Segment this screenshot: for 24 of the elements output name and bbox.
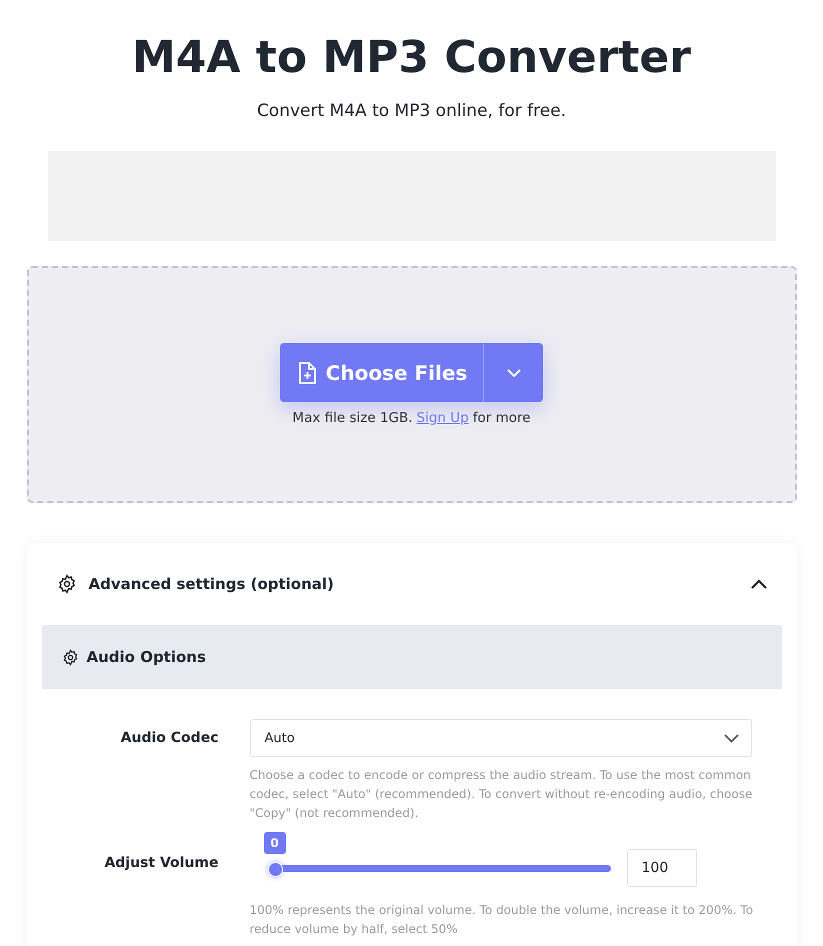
file-size-note: Max file size 1GB. <box>292 410 413 426</box>
page-title: M4A to MP3 Converter <box>132 32 691 83</box>
slider-value-badge: 0 <box>264 832 286 854</box>
help-text: 100% represents the original volume. To double the volume, increase it to 200%. To reduce volume by half, select 50% <box>250 902 754 938</box>
settings-icon <box>56 574 76 594</box>
file-size-note: for more <box>472 410 531 426</box>
file-plus-icon <box>298 362 316 384</box>
choose-files-button[interactable]: Choose Files <box>280 343 544 402</box>
advanced-settings-title: Advanced settings (optional) <box>88 575 335 593</box>
codec-select[interactable]: Auto <box>250 719 752 757</box>
settings-icon <box>62 648 78 666</box>
volume-slider-track[interactable] <box>282 864 610 872</box>
chevron-down-icon <box>506 368 521 376</box>
page-subtitle: Convert M4A to MP3 online, for free. <box>256 101 566 121</box>
drop-zone[interactable]: Choose Files Max file size 1GB. Sign Up for more <box>26 266 796 503</box>
volume-input[interactable]: 100 <box>626 849 696 887</box>
field-label: Adjust Volume <box>103 854 218 873</box>
slider-thumb[interactable] <box>268 862 282 876</box>
audio-options-title: Audio Options <box>86 648 206 666</box>
field-label: Audio Codec <box>120 729 218 748</box>
choose-files-label: Choose Files <box>326 360 468 384</box>
chevron-down-icon <box>724 734 738 742</box>
help-text: Choose a codec to encode or compress the audio stream. To use the most common codec, select "Auto" (recommended). To convert without re-encoding audio, choose "Copy" (not recommended). <box>250 767 754 822</box>
advanced-settings-header[interactable]: Advanced settings (optional) <box>42 543 782 625</box>
